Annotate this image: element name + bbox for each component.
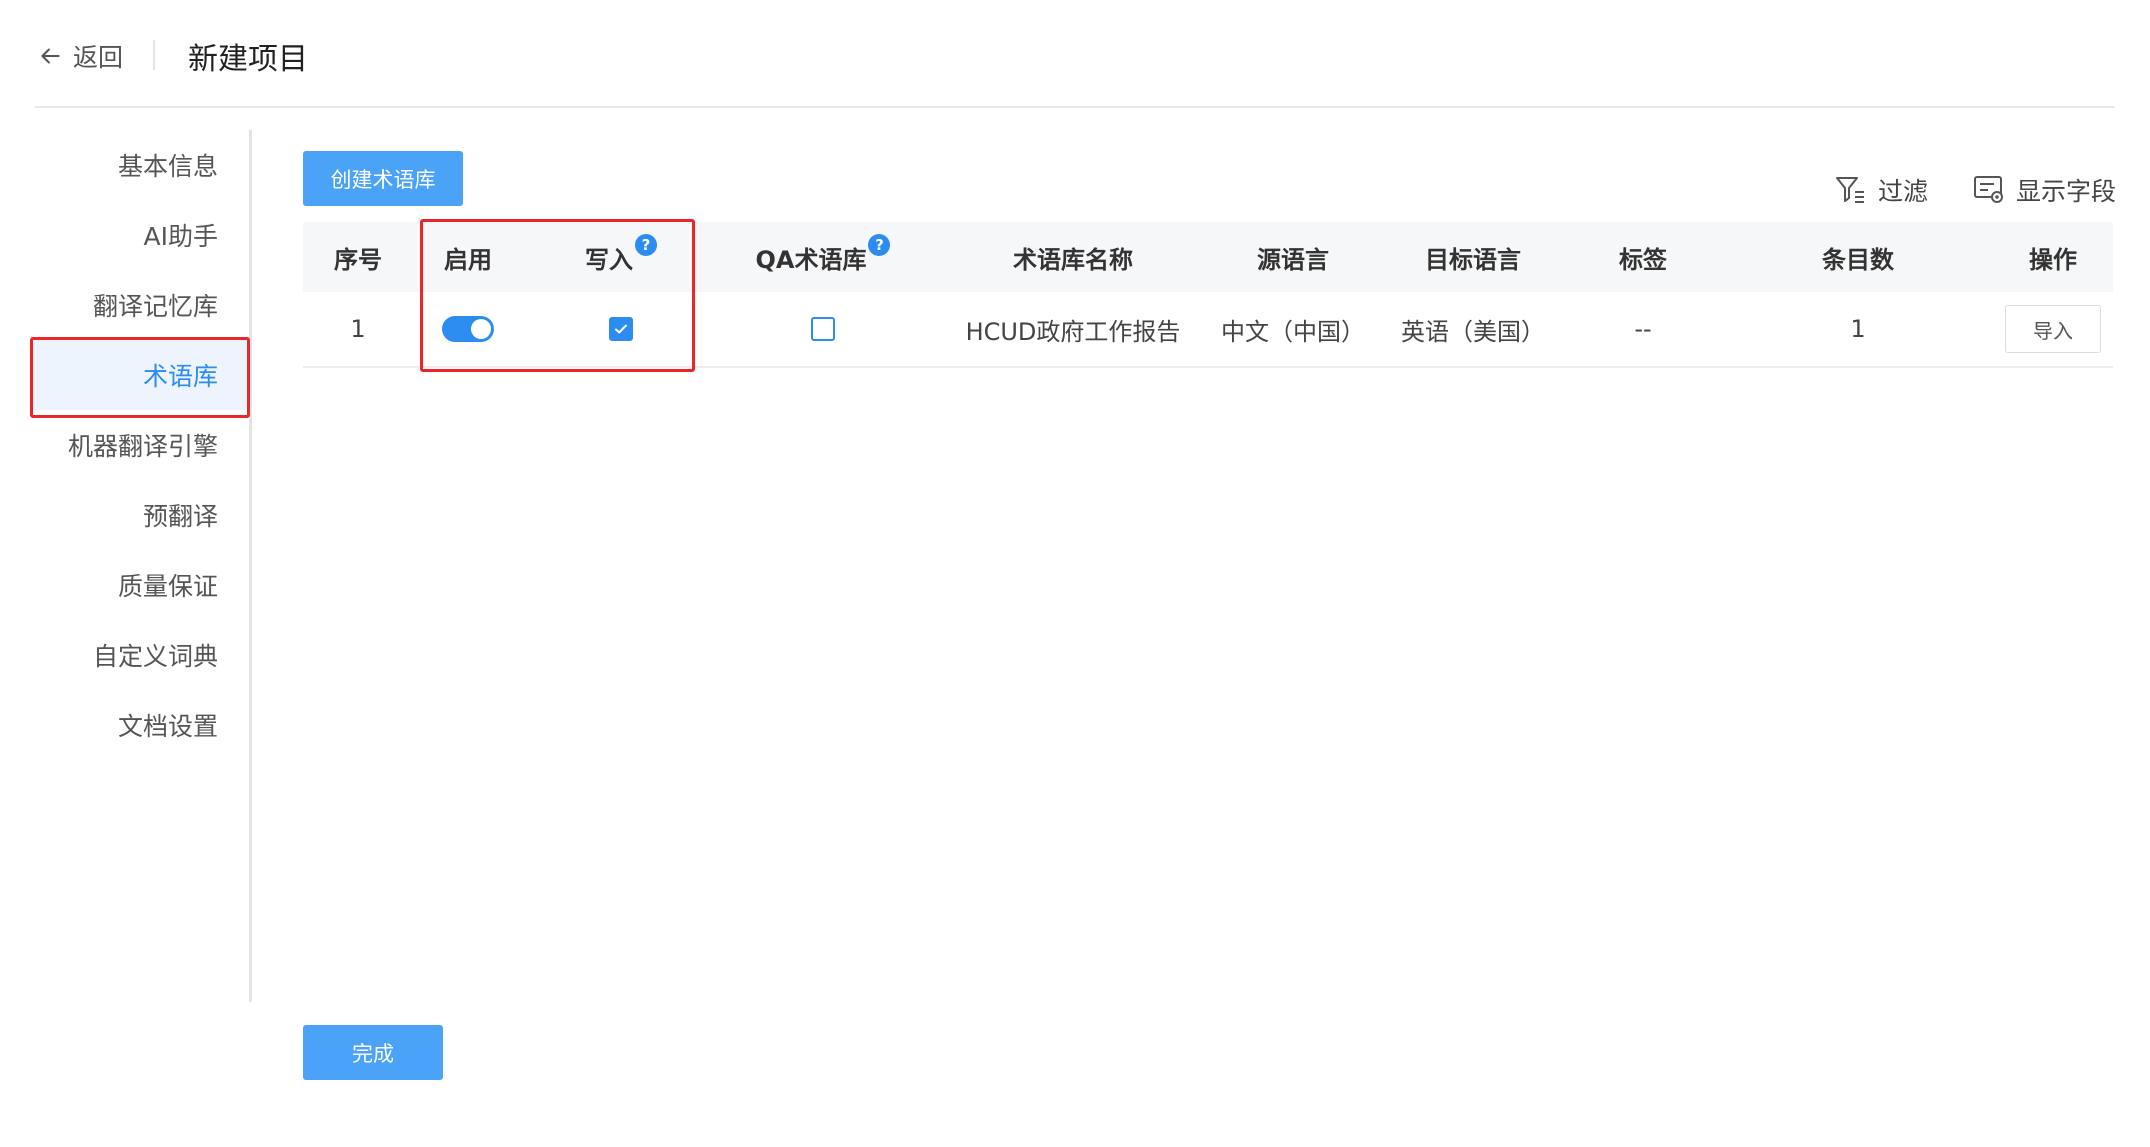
table-header: 序号 启用 写入? QA术语库? 术语库名称 源语言 目标语言 标签 条目数 操… bbox=[303, 222, 2113, 292]
sidebar-item-label: 质量保证 bbox=[117, 572, 218, 601]
display-fields-button[interactable]: 显示字段 bbox=[1972, 172, 2116, 208]
arrow-left-icon bbox=[41, 48, 60, 64]
sidebar-item-label: 文档设置 bbox=[117, 712, 218, 741]
enable-toggle[interactable] bbox=[442, 316, 494, 342]
sidebar-item-label: 术语库 bbox=[142, 362, 218, 391]
sidebar-item-qa[interactable]: 质量保证 bbox=[30, 550, 248, 620]
sidebar: 基本信息 AI助手 翻译记忆库 术语库 机器翻译引擎 预翻译 质量保证 自定义词… bbox=[0, 130, 252, 1002]
col-index: 序号 bbox=[334, 245, 382, 274]
col-target-language: 目标语言 bbox=[1425, 245, 1521, 274]
create-termbase-button[interactable]: 创建术语库 bbox=[303, 151, 463, 206]
header-divider bbox=[153, 40, 155, 70]
enable-cell bbox=[413, 292, 523, 366]
table-row: 1 HCUD政府工作报告 中文（中国） 英语（美国） -- 1 导入 bbox=[303, 292, 2113, 368]
col-actions: 操作 bbox=[2029, 245, 2077, 274]
write-cell bbox=[561, 292, 681, 366]
col-count: 条目数 bbox=[1822, 245, 1894, 274]
toggle-knob bbox=[471, 319, 491, 339]
check-icon bbox=[615, 324, 627, 334]
sidebar-item-label: 机器翻译引擎 bbox=[67, 432, 218, 461]
sidebar-item-document-settings[interactable]: 文档设置 bbox=[30, 690, 248, 760]
tags-value: -- bbox=[1634, 315, 1652, 343]
qa-cell bbox=[713, 292, 933, 366]
sidebar-item-mt-engine[interactable]: 机器翻译引擎 bbox=[30, 410, 248, 480]
termbase-table: 序号 启用 写入? QA术语库? 术语库名称 源语言 目标语言 标签 条目数 操… bbox=[303, 222, 2113, 368]
sidebar-item-translation-memory[interactable]: 翻译记忆库 bbox=[30, 270, 248, 340]
sidebar-item-ai-assistant[interactable]: AI助手 bbox=[30, 200, 248, 270]
filter-icon bbox=[1836, 177, 1864, 203]
target-language: 英语（美国） bbox=[1401, 317, 1545, 346]
sidebar-item-label: 基本信息 bbox=[117, 152, 218, 181]
import-button[interactable]: 导入 bbox=[2005, 305, 2101, 353]
col-source-language: 源语言 bbox=[1257, 245, 1329, 274]
sidebar-item-basic-info[interactable]: 基本信息 bbox=[30, 130, 248, 200]
sidebar-item-custom-dictionary[interactable]: 自定义词典 bbox=[30, 620, 248, 690]
sidebar-item-label: 预翻译 bbox=[142, 502, 218, 531]
help-icon[interactable]: ? bbox=[868, 234, 891, 256]
row-index: 1 bbox=[350, 315, 366, 343]
sidebar-item-label: 自定义词典 bbox=[92, 642, 218, 671]
write-checkbox[interactable] bbox=[609, 317, 633, 341]
display-fields-label: 显示字段 bbox=[2016, 177, 2117, 206]
sidebar-item-label: AI助手 bbox=[143, 222, 218, 251]
col-enable: 启用 bbox=[444, 245, 492, 274]
termbase-name: HCUD政府工作报告 bbox=[965, 317, 1181, 346]
col-name: 术语库名称 bbox=[1013, 245, 1133, 274]
sidebar-item-label: 翻译记忆库 bbox=[92, 292, 218, 321]
col-qa-termbase: QA术语库? bbox=[713, 222, 933, 292]
filter-label: 过滤 bbox=[1878, 177, 1929, 206]
page-header: 返回 新建项目 bbox=[35, 0, 2115, 108]
back-button[interactable]: 返回 bbox=[37, 38, 123, 74]
col-write: 写入? bbox=[561, 222, 681, 292]
entry-count: 1 bbox=[1850, 315, 1866, 343]
sidebar-item-pretranslate[interactable]: 预翻译 bbox=[30, 480, 248, 550]
back-label: 返回 bbox=[73, 43, 124, 72]
display-fields-icon bbox=[1974, 176, 2003, 203]
col-tags: 标签 bbox=[1619, 245, 1667, 274]
source-language: 中文（中国） bbox=[1221, 317, 1365, 346]
done-button[interactable]: 完成 bbox=[303, 1025, 443, 1080]
qa-termbase-checkbox[interactable] bbox=[811, 317, 835, 341]
sidebar-item-termbase[interactable]: 术语库 bbox=[30, 340, 248, 410]
actions-cell: 导入 bbox=[1993, 292, 2113, 366]
page-title: 新建项目 bbox=[188, 42, 308, 77]
filter-button[interactable]: 过滤 bbox=[1834, 172, 1928, 208]
help-icon[interactable]: ? bbox=[635, 234, 657, 256]
